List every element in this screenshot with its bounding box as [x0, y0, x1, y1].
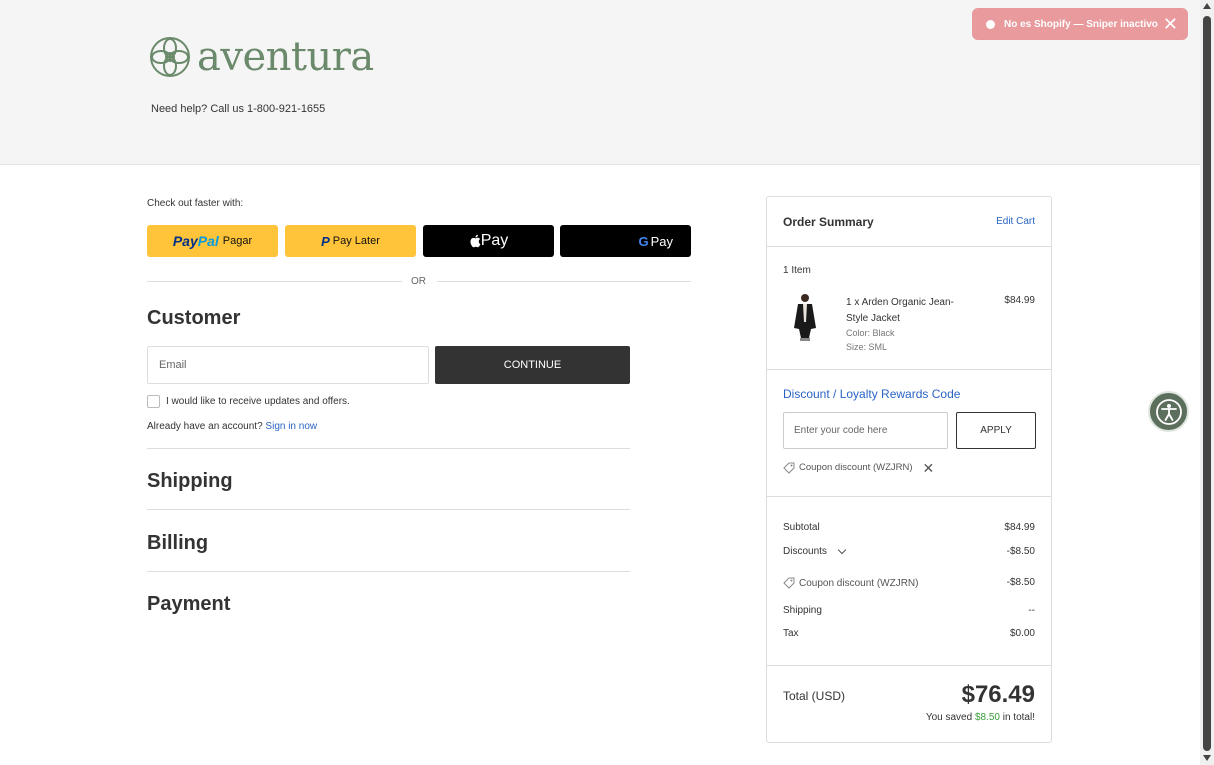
savings-text: You saved $8.50 in total! — [925, 712, 1035, 723]
item-count: 1 Item — [783, 265, 811, 276]
accessibility-button[interactable] — [1148, 391, 1189, 432]
summary-divider — [767, 496, 1051, 497]
chevron-down-icon[interactable] — [837, 545, 847, 555]
customer-section-title: Customer — [147, 307, 241, 329]
summary-divider — [767, 246, 1051, 247]
close-icon[interactable]: ✕ — [1163, 14, 1178, 34]
section-divider — [147, 509, 630, 510]
edit-cart-link[interactable]: Edit Cart — [996, 216, 1035, 227]
sign-in-link[interactable]: Sign in now — [265, 421, 317, 432]
subtotal-row: Subtotal $84.99 — [783, 522, 1035, 533]
pay-later-label: Pay Later — [332, 235, 380, 247]
google-pay-button[interactable]: G Pay — [560, 225, 691, 257]
product-size: Size: SML — [846, 342, 888, 352]
product-color: Color: Black — [846, 328, 895, 338]
express-checkout-label: Check out faster with: — [147, 198, 244, 209]
page-scrollbar[interactable] — [1200, 0, 1214, 765]
paypal-p-icon: P — [321, 233, 330, 249]
apple-icon — [470, 234, 481, 248]
or-divider-left — [147, 281, 402, 282]
paypal-pay-later-button[interactable]: P Pay Later — [285, 225, 416, 257]
scroll-down-arrow-icon[interactable] — [1203, 755, 1211, 761]
total-label: Total (USD) — [783, 689, 846, 703]
apple-pay-label: Pay — [480, 232, 509, 249]
email-input[interactable] — [147, 346, 429, 384]
google-pay-label: Pay — [650, 233, 673, 249]
account-prompt: Already have an account? Sign in now — [147, 421, 317, 432]
section-divider — [147, 448, 630, 449]
discount-code-input[interactable] — [783, 412, 948, 449]
shipping-row: Shipping -- — [783, 605, 1035, 616]
section-divider — [147, 571, 630, 572]
toast-message: No es Shopify — Sniper inactivo — [1004, 18, 1158, 30]
or-divider-right — [437, 281, 691, 282]
order-summary-panel: Order Summary Edit Cart 1 Item 1 x Arden… — [766, 196, 1052, 743]
total-value: $76.49 — [961, 681, 1035, 708]
coupon-chip-label: Coupon discount (WZJRN) — [799, 462, 913, 473]
discounts-row[interactable]: Discounts -$8.50 — [783, 545, 1035, 557]
shipping-section-title[interactable]: Shipping — [147, 470, 233, 493]
tag-icon — [783, 462, 795, 474]
tax-row: Tax $0.00 — [783, 628, 1035, 639]
paypal-logo-icon: PayPal — [172, 233, 219, 249]
updates-checkbox[interactable] — [147, 395, 160, 408]
status-dot-icon — [986, 19, 995, 29]
billing-section-title[interactable]: Billing — [147, 532, 208, 555]
tag-icon — [783, 577, 795, 589]
flower-logo-icon — [150, 37, 190, 77]
remove-coupon-icon[interactable]: ✕ — [923, 461, 935, 475]
apple-pay-button[interactable]: Pay — [423, 225, 554, 257]
discount-code-toggle[interactable]: Discount / Loyalty Rewards Code — [783, 387, 960, 401]
product-name: 1 x Arden Organic Jean-Style Jacket — [846, 297, 954, 324]
updates-checkbox-label[interactable]: I would like to receive updates and offe… — [166, 396, 350, 407]
brand-logo[interactable]: aventura — [149, 35, 374, 79]
paypal-button-label: Pagar — [222, 235, 253, 247]
account-prompt-text: Already have an account? — [147, 421, 263, 432]
or-divider-text: OR — [411, 276, 426, 287]
apply-code-button[interactable]: APPLY — [956, 412, 1036, 449]
product-thumbnail — [794, 294, 816, 341]
product-price: $84.99 — [1004, 295, 1035, 306]
paypal-button[interactable]: PayPal Pagar — [147, 225, 278, 257]
sniper-toast: No es Shopify — Sniper inactivo ✕ — [972, 8, 1188, 40]
scroll-thumb[interactable] — [1203, 16, 1211, 751]
help-phone-text: Need help? Call us 1-800-921-1655 — [151, 103, 326, 115]
scroll-up-arrow-icon[interactable] — [1203, 3, 1211, 9]
coupon-discount-row: Coupon discount (WZJRN) -$8.50 — [783, 577, 1035, 589]
summary-divider — [767, 369, 1051, 370]
summary-divider — [767, 665, 1051, 666]
google-g-icon: G — [638, 233, 649, 249]
payment-section-title[interactable]: Payment — [147, 593, 230, 616]
continue-button[interactable]: CONTINUE — [435, 346, 630, 384]
order-summary-title: Order Summary — [783, 215, 874, 229]
accessibility-icon — [1155, 398, 1182, 425]
applied-coupon-chip: Coupon discount (WZJRN) ✕ — [783, 459, 934, 476]
brand-name: aventura — [197, 34, 374, 80]
